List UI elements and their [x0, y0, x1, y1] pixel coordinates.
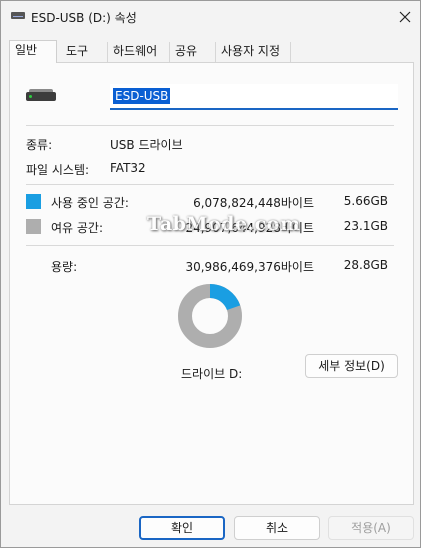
apply-button[interactable]: 적용(A): [328, 516, 414, 540]
free-space-size: 23.1GB: [343, 219, 388, 233]
close-icon: [399, 11, 411, 23]
capacity-label: 용량:: [51, 260, 78, 274]
tab-hardware[interactable]: 하드웨어: [108, 42, 170, 62]
tab-strip: 일반 도구 하드웨어 공유 사용자 지정: [9, 40, 414, 63]
window-title: ESD-USB (D:) 속성: [31, 11, 137, 25]
tab-tools[interactable]: 도구: [61, 42, 108, 62]
usage-donut-chart: [178, 284, 242, 348]
used-space-size: 5.66GB: [343, 194, 388, 208]
free-space-swatch: [26, 219, 41, 234]
cancel-button[interactable]: 취소: [234, 516, 320, 540]
used-space-swatch: [26, 194, 41, 209]
drive-caption: 드라이브 D:: [181, 367, 243, 381]
capacity-bytes: 30,986,469,376바이트: [185, 260, 314, 274]
ok-button[interactable]: 확인: [139, 516, 225, 540]
properties-dialog: ESD-USB (D:) 속성 일반 도구 하드웨어 공유 사용자 지정 ESD…: [0, 0, 421, 548]
title-bar: ESD-USB (D:) 속성: [1, 1, 420, 33]
drive-name-selection: ESD-USB: [113, 88, 171, 104]
tab-customize[interactable]: 사용자 지정: [216, 42, 291, 62]
free-space-label: 여유 공간:: [51, 221, 104, 235]
tab-general[interactable]: 일반: [9, 40, 57, 63]
type-label: 종류:: [26, 138, 53, 152]
filesystem-value: FAT32: [110, 161, 146, 175]
close-button[interactable]: [393, 6, 417, 28]
divider: [26, 125, 394, 126]
type-value: USB 드라이브: [110, 138, 183, 152]
details-button[interactable]: 세부 정보(D): [305, 354, 398, 378]
divider: [26, 184, 394, 185]
divider: [26, 245, 394, 246]
capacity-size: 28.8GB: [343, 258, 388, 272]
tab-sharing[interactable]: 공유: [170, 42, 216, 62]
used-space-label: 사용 중인 공간:: [51, 196, 129, 210]
used-space-bytes: 6,078,824,448바이트: [193, 196, 314, 210]
drive-icon: [11, 12, 25, 19]
free-space-bytes: 24,907,644,928바이트: [185, 221, 314, 235]
usb-drive-icon: [26, 89, 56, 101]
filesystem-label: 파일 시스템:: [26, 163, 90, 177]
